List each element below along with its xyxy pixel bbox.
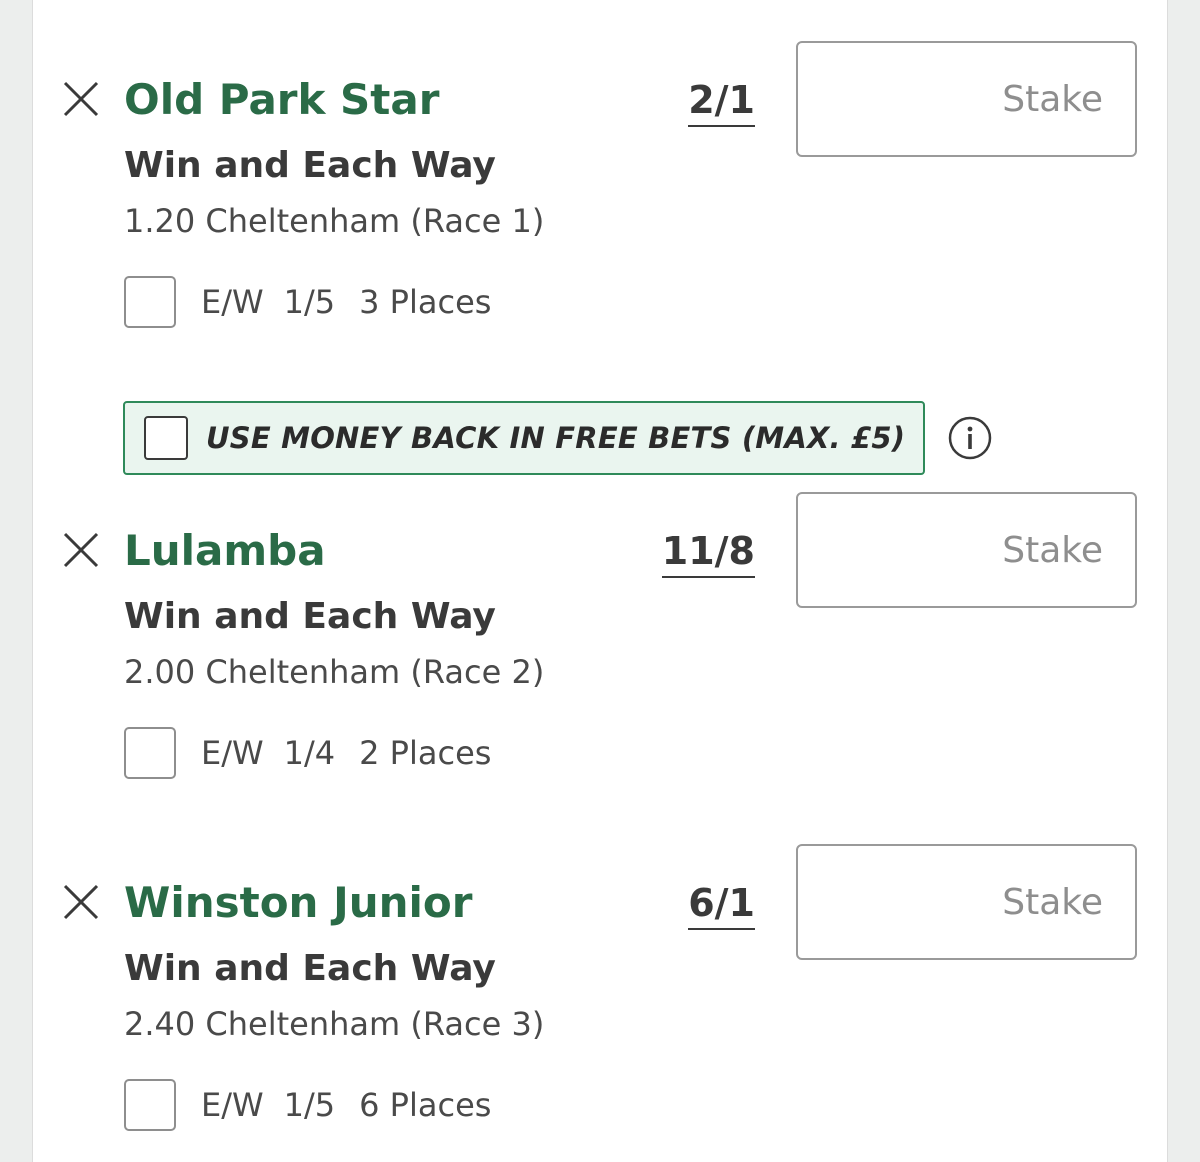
market-name: Win and Each Way [124, 948, 496, 989]
selection-name: Old Park Star [124, 75, 440, 124]
bet-slip-panel: Old Park Star 2/1 Win and Each Way 1.20 … [32, 0, 1168, 1162]
odds-price[interactable]: 11/8 [661, 532, 755, 578]
event-name: 2.40 Cheltenham (Race 3) [124, 1005, 545, 1043]
each-way-fraction: 1/5 [283, 1086, 336, 1124]
each-way-terms: E/W 1/4 2 Places [201, 734, 491, 772]
each-way-checkbox[interactable] [124, 1079, 176, 1131]
each-way-places: 3 Places [359, 283, 492, 321]
event-name: 1.20 Cheltenham (Race 1) [124, 202, 545, 240]
each-way-prefix: E/W [201, 283, 264, 321]
event-name: 2.00 Cheltenham (Race 2) [124, 653, 545, 691]
each-way-fraction: 1/5 [283, 283, 336, 321]
selection-name: Lulamba [124, 526, 326, 575]
each-way-checkbox[interactable] [124, 727, 176, 779]
remove-bet-button[interactable] [61, 882, 101, 922]
each-way-terms: E/W 1/5 3 Places [201, 283, 491, 321]
market-name: Win and Each Way [124, 145, 496, 186]
remove-bet-button[interactable] [61, 79, 101, 119]
stake-input[interactable] [796, 492, 1137, 608]
close-icon [63, 81, 99, 117]
each-way-option: E/W 1/5 6 Places [124, 1079, 491, 1131]
each-way-option: E/W 1/5 3 Places [124, 276, 491, 328]
market-name: Win and Each Way [124, 596, 496, 637]
each-way-prefix: E/W [201, 734, 264, 772]
close-icon [63, 532, 99, 568]
money-back-label: USE MONEY BACK IN FREE BETS (MAX. £5) [206, 421, 906, 455]
close-icon [63, 884, 99, 920]
each-way-places: 6 Places [359, 1086, 492, 1124]
bet-item-lulamba: Lulamba 11/8 Win and Each Way 2.00 Chelt… [33, 451, 1169, 781]
each-way-fraction: 1/4 [283, 734, 336, 772]
each-way-checkbox[interactable] [124, 276, 176, 328]
odds-price[interactable]: 6/1 [688, 884, 755, 930]
remove-bet-button[interactable] [61, 530, 101, 570]
each-way-places: 2 Places [359, 734, 492, 772]
stake-input[interactable] [796, 844, 1137, 960]
each-way-option: E/W 1/4 2 Places [124, 727, 491, 779]
stake-input[interactable] [796, 41, 1137, 157]
selection-name: Winston Junior [124, 878, 473, 927]
odds-price[interactable]: 2/1 [688, 81, 755, 127]
bet-item-old-park-star: Old Park Star 2/1 Win and Each Way 1.20 … [33, 0, 1169, 330]
bet-item-winston-junior: Winston Junior 6/1 Win and Each Way 2.40… [33, 803, 1169, 1133]
each-way-terms: E/W 1/5 6 Places [201, 1086, 491, 1124]
each-way-prefix: E/W [201, 1086, 264, 1124]
